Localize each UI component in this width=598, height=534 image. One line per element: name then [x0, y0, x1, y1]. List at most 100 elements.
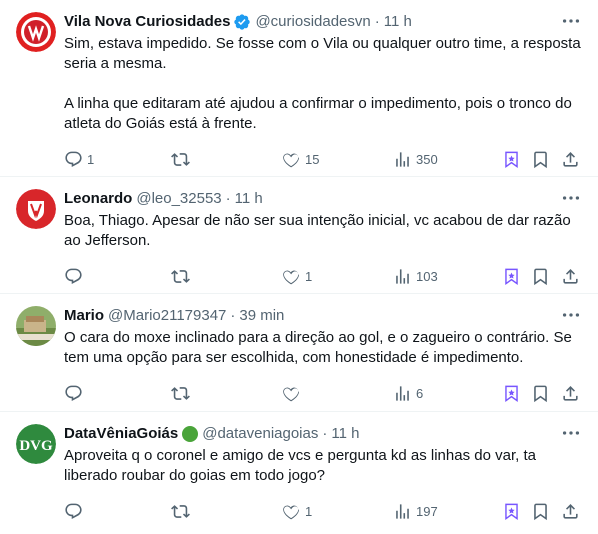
- green-circle-icon: [182, 426, 199, 442]
- retweet-button[interactable]: [171, 149, 190, 169]
- avatar[interactable]: [16, 189, 56, 229]
- tweet-text: Sim, estava impedido. Se fosse com o Vil…: [64, 35, 581, 132]
- retweet-button[interactable]: [171, 501, 190, 521]
- display-name[interactable]: DataVêniaGoiás: [64, 424, 178, 444]
- reply-button[interactable]: 1: [64, 149, 94, 169]
- reply-button[interactable]: [64, 266, 83, 286]
- share-icon: [563, 268, 578, 284]
- reply-count: 1: [87, 151, 95, 167]
- tweet-text: Boa, Thiago. Apesar de não ser sua inten…: [64, 212, 575, 249]
- grok-button[interactable]: [502, 266, 521, 286]
- like-count: 1: [305, 503, 313, 519]
- bookmark-icon: [534, 385, 547, 402]
- bookmark-button[interactable]: [531, 266, 550, 286]
- timestamp[interactable]: 11 h: [235, 189, 263, 209]
- views-button[interactable]: 103: [393, 266, 438, 286]
- grok-button[interactable]: [502, 383, 521, 403]
- share-button[interactable]: [561, 149, 580, 169]
- display-name[interactable]: Leonardo: [64, 189, 132, 209]
- separator: ·: [374, 13, 380, 30]
- retweet-button[interactable]: [171, 383, 190, 403]
- like-button[interactable]: 1: [282, 501, 312, 521]
- bookmark-icon: [534, 268, 547, 285]
- retweet-icon: [171, 504, 190, 518]
- handle[interactable]: @leo_32553: [136, 189, 221, 209]
- grok-icon: [505, 503, 518, 520]
- timestamp[interactable]: 39 min: [239, 306, 284, 326]
- grok-icon: [505, 385, 518, 402]
- reply-icon: [65, 151, 82, 167]
- reply-button[interactable]: [64, 501, 83, 521]
- timestamp[interactable]: 11 h: [384, 12, 412, 32]
- views-count: 103: [416, 268, 438, 284]
- avatar[interactable]: [16, 12, 56, 52]
- separator: ·: [322, 425, 328, 442]
- tweet-text: Aproveita q o coronel e amigo de vcs e p…: [64, 447, 541, 484]
- handle[interactable]: @curiosidadesvn: [255, 12, 370, 32]
- like-count: 1: [305, 268, 313, 284]
- more-icon[interactable]: [560, 304, 582, 326]
- handle[interactable]: @dataveniagoias: [202, 424, 318, 444]
- grok-icon: [505, 151, 518, 168]
- views-button[interactable]: 6: [393, 383, 423, 403]
- bookmark-icon: [534, 151, 547, 168]
- views-count: 6: [416, 385, 424, 401]
- grok-button[interactable]: [502, 149, 521, 169]
- views-button[interactable]: 197: [393, 501, 438, 521]
- svg-text:DVG: DVG: [19, 438, 53, 454]
- views-icon: [396, 268, 409, 284]
- tweet[interactable]: Vila Nova Curiosidades @curiosidadesvn ·…: [0, 0, 598, 177]
- views-count: 350: [416, 151, 438, 167]
- share-button[interactable]: [561, 501, 580, 521]
- like-icon: [283, 505, 300, 519]
- share-icon: [563, 385, 578, 401]
- separator: ·: [225, 190, 231, 207]
- retweet-icon: [171, 386, 190, 400]
- reply-icon: [65, 268, 82, 284]
- reply-icon: [65, 385, 82, 401]
- like-icon: [283, 387, 300, 401]
- tweet[interactable]: Mario @Mario21179347 · 39 min O cara do …: [0, 294, 598, 412]
- like-button[interactable]: [282, 383, 301, 403]
- like-button[interactable]: 15: [282, 149, 319, 169]
- bookmark-icon: [534, 503, 547, 520]
- display-name[interactable]: Mario: [64, 306, 104, 326]
- avatar[interactable]: DVG: [16, 424, 56, 464]
- share-icon: [563, 151, 578, 167]
- bookmark-button[interactable]: [531, 149, 550, 169]
- handle[interactable]: @Mario21179347: [108, 306, 226, 326]
- grok-button[interactable]: [502, 501, 521, 521]
- like-button[interactable]: 1: [282, 266, 312, 286]
- views-icon: [396, 385, 409, 401]
- share-icon: [563, 503, 578, 519]
- separator: ·: [230, 307, 236, 324]
- more-icon[interactable]: [560, 422, 582, 444]
- tweet-text: O cara do moxe inclinado para a direção …: [64, 329, 576, 366]
- bookmark-button[interactable]: [531, 383, 550, 403]
- views-icon: [396, 503, 409, 519]
- bookmark-button[interactable]: [531, 501, 550, 521]
- like-icon: [283, 153, 300, 167]
- reply-button[interactable]: [64, 383, 83, 403]
- views-count: 197: [416, 503, 438, 519]
- views-button[interactable]: 350: [393, 149, 438, 169]
- display-name[interactable]: Vila Nova Curiosidades: [64, 12, 230, 32]
- more-icon[interactable]: [560, 187, 582, 209]
- like-count: 15: [305, 151, 320, 167]
- timestamp[interactable]: 11 h: [331, 424, 359, 444]
- more-icon[interactable]: [560, 10, 582, 32]
- avatar[interactable]: [16, 306, 56, 346]
- action-bar: 1 103: [64, 259, 582, 299]
- like-icon: [283, 270, 300, 284]
- views-icon: [396, 151, 409, 167]
- tweet[interactable]: Leonardo @leo_32553 · 11 h Boa, Thiago. …: [0, 177, 598, 294]
- share-button[interactable]: [561, 383, 580, 403]
- reply-icon: [65, 503, 82, 519]
- action-bar: 6: [64, 376, 582, 416]
- retweet-button[interactable]: [171, 266, 190, 286]
- share-button[interactable]: [561, 266, 580, 286]
- verified-icon: [234, 14, 251, 30]
- action-bar: 1 197: [64, 494, 582, 534]
- grok-icon: [505, 268, 518, 285]
- tweet[interactable]: DVG DataVêniaGoiás @dataveniagoias · 11 …: [0, 412, 598, 532]
